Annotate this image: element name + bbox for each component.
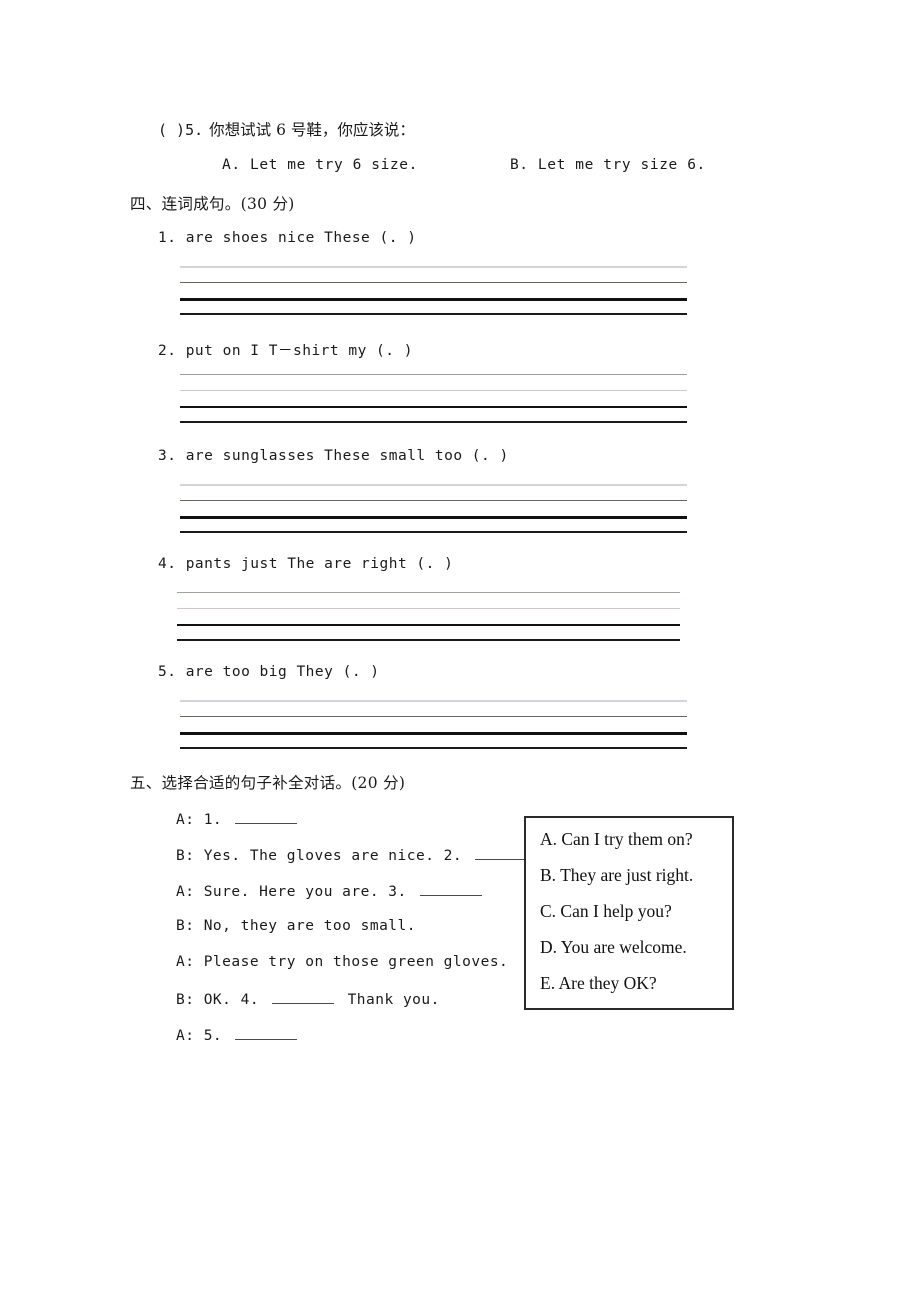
dialogue-text: Sure. Here you are. 3. <box>203 884 407 900</box>
dialogue-speaker: A: <box>176 1028 195 1044</box>
writing-rule-baseline <box>180 732 687 735</box>
choice-option-e[interactable]: E. Are they OK? <box>540 973 657 994</box>
writing-lines-4[interactable] <box>177 592 680 642</box>
writing-rule-upper-mid <box>180 390 687 391</box>
carryover-question-options: A. Let me try 6 size. B. Let me try size … <box>222 157 706 173</box>
dialogue-speaker: A: <box>176 884 195 900</box>
answer-parenthesis[interactable]: ( ) <box>158 121 185 139</box>
dialogue-blank-3[interactable] <box>420 882 482 896</box>
dialogue-speaker: B: <box>176 848 195 864</box>
dialogue-text: Please try on those green gloves. <box>203 954 509 970</box>
dialogue-text: No, they are too small. <box>203 918 416 934</box>
scramble-item-3: 3. are sunglasses These small too (. ) <box>158 448 509 464</box>
writing-rule-bottom <box>180 747 687 749</box>
answer-choice-box: A. Can I try them on? B. They are just r… <box>524 816 734 1010</box>
writing-rule-top <box>180 374 687 375</box>
dialogue-line-3: A: Sure. Here you are. 3. <box>176 882 486 900</box>
carryover-question-prompt: ( )5. 你想试试 6 号鞋，你应该说： <box>158 118 415 140</box>
section-four-heading: 四、连词成句。(30 分) <box>130 195 295 213</box>
choice-option-d[interactable]: D. You are welcome. <box>540 937 687 958</box>
scramble-item-4: 4. pants just The are right (. ) <box>158 556 454 572</box>
dialogue-text-post: Thank you. <box>347 992 440 1008</box>
dialogue-line-1: A: 1. <box>176 810 301 828</box>
writing-lines-3[interactable] <box>180 484 687 534</box>
writing-rule-upper-mid <box>180 716 687 717</box>
writing-lines-2[interactable] <box>180 374 687 424</box>
writing-lines-5[interactable] <box>180 700 687 750</box>
scramble-item-5: 5. are too big They (. ) <box>158 664 380 680</box>
scramble-item-2: 2. put on I T－shirt my (. ) <box>158 343 413 359</box>
dialogue-speaker: B: <box>176 918 195 934</box>
option-b[interactable]: B. Let me try size 6. <box>510 157 706 173</box>
writing-rule-top <box>180 700 687 702</box>
writing-rule-bottom <box>180 313 687 315</box>
dialogue-text: 5. <box>203 1028 223 1044</box>
writing-rule-bottom <box>177 639 680 641</box>
choice-option-a[interactable]: A. Can I try them on? <box>540 829 693 850</box>
dialogue-text: Yes. The gloves are nice. 2. <box>203 848 463 864</box>
writing-rule-bottom <box>180 421 687 423</box>
section-five-heading: 五、选择合适的句子补全对话。(20 分) <box>130 774 406 792</box>
dialogue-line-2: B: Yes. The gloves are nice. 2. <box>176 846 551 864</box>
writing-rule-baseline <box>180 298 687 301</box>
dialogue-speaker: A: <box>176 954 195 970</box>
dialogue-speaker: B: <box>176 992 195 1008</box>
dialogue-speaker: A: <box>176 812 195 828</box>
writing-rule-upper-mid <box>180 500 687 501</box>
choice-option-c[interactable]: C. Can I help you? <box>540 901 672 922</box>
writing-rule-top <box>180 266 687 268</box>
dialogue-line-4: B: No, they are too small. <box>176 918 416 934</box>
writing-rule-baseline <box>180 406 687 408</box>
choice-option-b[interactable]: B. They are just right. <box>540 865 693 886</box>
writing-rule-baseline <box>180 516 687 519</box>
dialogue-text: OK. 4. <box>203 992 260 1008</box>
writing-rule-top <box>180 484 687 486</box>
writing-rule-bottom <box>180 531 687 533</box>
writing-rule-top <box>177 592 680 593</box>
question-number: 5. <box>185 121 204 139</box>
dialogue-line-7: A: 5. <box>176 1026 301 1044</box>
dialogue-blank-5[interactable] <box>235 1026 298 1040</box>
dialogue-blank-4[interactable] <box>272 990 335 1004</box>
worksheet-page: ( )5. 你想试试 6 号鞋，你应该说： A. Let me try 6 siz… <box>0 0 920 1302</box>
option-a[interactable]: A. Let me try 6 size. <box>222 157 418 173</box>
writing-rule-upper-mid <box>177 608 680 609</box>
writing-rule-baseline <box>177 624 680 626</box>
writing-rule-upper-mid <box>180 282 687 283</box>
dialogue-line-6: B: OK. 4. Thank you. <box>176 990 440 1008</box>
question-text-zh: 你想试试 6 号鞋，你应该说： <box>209 121 415 139</box>
scramble-item-1: 1. are shoes nice These (. ) <box>158 230 417 246</box>
dialogue-blank-1[interactable] <box>235 810 298 824</box>
writing-lines-1[interactable] <box>180 266 687 316</box>
dialogue-line-5: A: Please try on those green gloves. <box>176 954 508 970</box>
dialogue-text: 1. <box>203 812 223 828</box>
